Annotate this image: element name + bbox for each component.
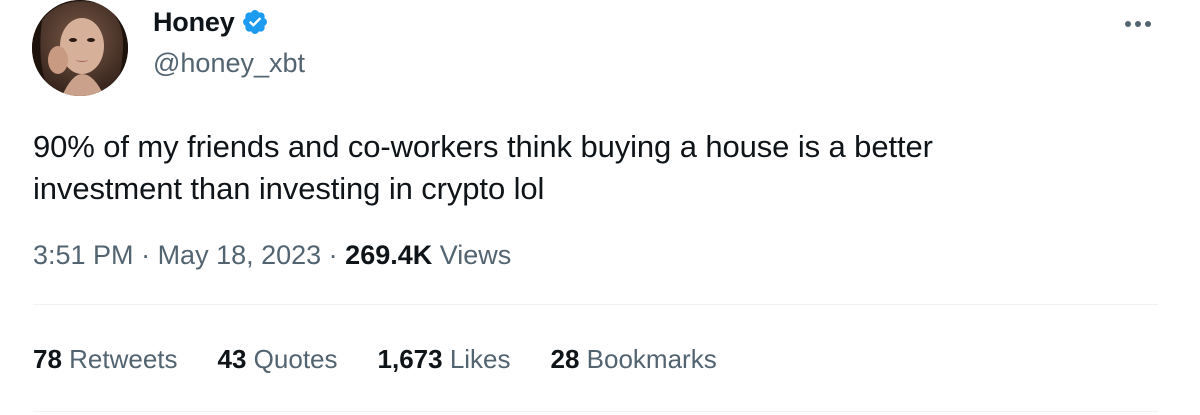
more-dot	[1145, 21, 1151, 27]
likes-label: Likes	[442, 344, 511, 374]
likes-stat[interactable]: 1,673 Likes	[378, 344, 511, 375]
views-count: 269.4K	[345, 240, 433, 270]
bookmarks-count: 28	[550, 344, 580, 374]
divider	[33, 304, 1158, 305]
tweet-text-line: 90% of my friends and co-workers think b…	[33, 129, 933, 164]
bookmarks-label: Bookmarks	[579, 344, 717, 374]
retweets-stat[interactable]: 78 Retweets	[33, 344, 178, 375]
more-dot	[1125, 21, 1131, 27]
likes-count: 1,673	[377, 344, 443, 374]
avatar-image	[32, 0, 128, 96]
quotes-count: 43	[217, 344, 247, 374]
name-row: Honey	[153, 6, 305, 38]
tweet-date[interactable]: May 18, 2023	[158, 240, 322, 270]
divider	[33, 411, 1158, 412]
retweets-count: 78	[33, 344, 62, 374]
more-options-icon[interactable]	[1118, 12, 1158, 36]
views-label: Views	[432, 240, 512, 270]
tweet-text-line: investment than investing in crypto lol	[33, 171, 545, 206]
more-dot	[1135, 21, 1141, 27]
avatar[interactable]	[32, 0, 128, 96]
display-name[interactable]: Honey	[153, 7, 235, 38]
author-block: Honey @honey_xbt	[153, 6, 305, 79]
tweet-card: Honey @honey_xbt 90% of my friends and c…	[0, 0, 1200, 415]
meta-separator: ·	[321, 240, 346, 270]
tweet-text: 90% of my friends and co-workers think b…	[33, 126, 1163, 210]
retweets-label: Retweets	[61, 344, 178, 374]
bookmarks-stat[interactable]: 28 Bookmarks	[551, 344, 717, 375]
quotes-label: Quotes	[246, 344, 338, 374]
engagement-stats: 78 Retweets 43 Quotes 1,673 Likes 28 Boo…	[33, 344, 757, 375]
verified-badge-icon	[241, 8, 269, 36]
quotes-stat[interactable]: 43 Quotes	[218, 344, 338, 375]
tweet-meta: 3:51 PM · May 18, 2023 · 269.4K Views	[33, 240, 511, 271]
handle[interactable]: @honey_xbt	[153, 48, 305, 79]
meta-separator: ·	[133, 240, 158, 270]
tweet-time[interactable]: 3:51 PM	[33, 240, 134, 270]
